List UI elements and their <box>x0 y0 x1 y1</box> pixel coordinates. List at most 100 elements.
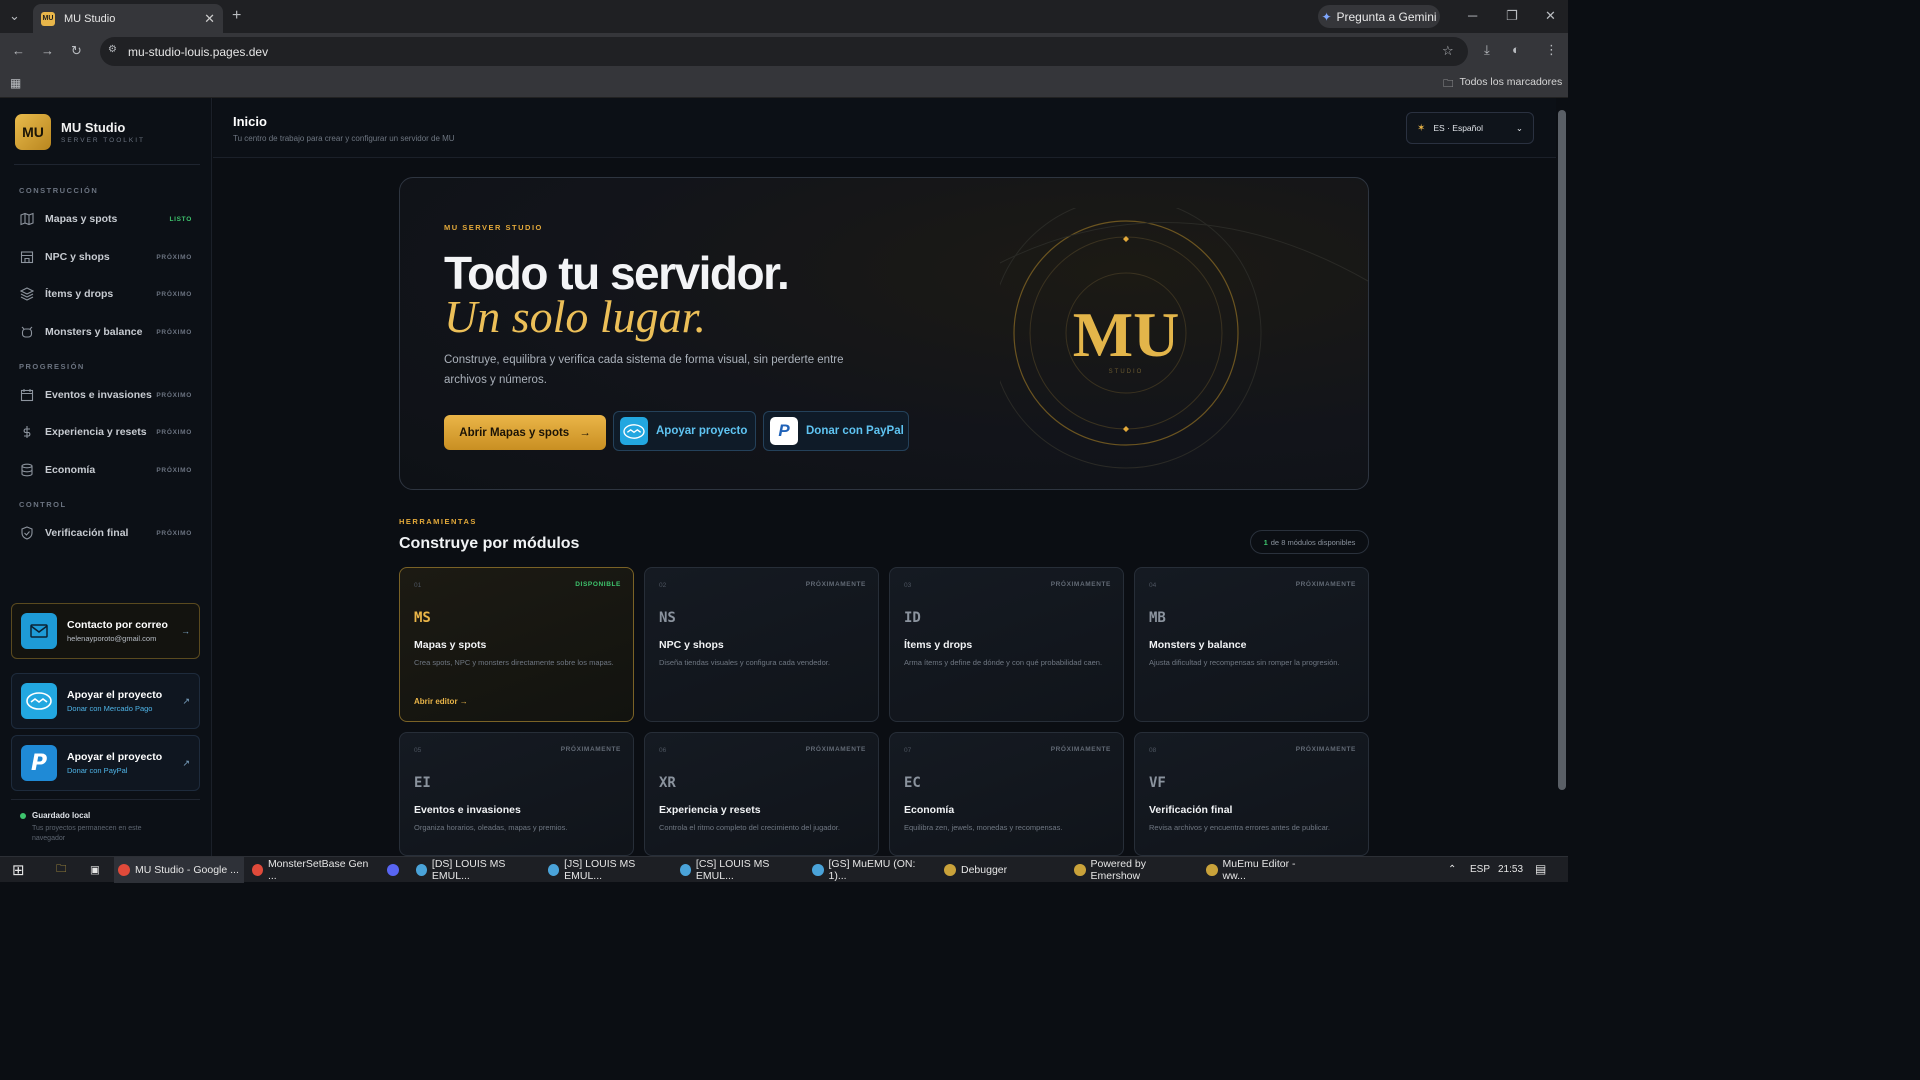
mu-emblem: MU STUDIO <box>1000 208 1368 469</box>
open-maps-button[interactable]: Abrir Mapas y spots → <box>444 415 606 450</box>
module-status: DISPONIBLE <box>575 581 621 588</box>
taskbar-item-emershow[interactable]: Powered by Emershow <box>1070 857 1198 883</box>
module-card-eventos[interactable]: 05 PRÓXIMAMENTE EI Eventos e invasiones … <box>399 732 634 856</box>
profile-icon[interactable]: ◐ <box>1512 42 1520 57</box>
module-status: PRÓXIMAMENTE <box>805 746 866 753</box>
taskbar-item-debugger[interactable]: Debugger <box>940 857 1062 883</box>
sidebar-item-eventos[interactable]: Eventos e invasiones PRÓXIMO <box>12 382 200 408</box>
hero-description: Construye, equilibra y verifica cada sis… <box>444 354 844 386</box>
module-card-npc[interactable]: 02 PRÓXIMAMENTE NS NPC y shops Diseña ti… <box>644 567 879 722</box>
brand-tagline: SERVER TOOLKIT <box>61 137 145 144</box>
taskbar-item-monstersetbase[interactable]: MonsterSetBase Gen ... <box>248 857 374 883</box>
browser-tab[interactable]: MU MU Studio ✕ <box>33 4 223 33</box>
window-close-icon[interactable]: ✕ <box>1545 8 1556 24</box>
taskbar-item-mu-studio[interactable]: MU Studio - Google ... <box>114 857 244 883</box>
module-card-economia[interactable]: 07 PRÓXIMAMENTE EC Economía Equilibra ze… <box>889 732 1124 856</box>
sidebar-item-items[interactable]: Ítems y drops PRÓXIMO <box>12 281 200 307</box>
module-card-items[interactable]: 03 PRÓXIMAMENTE ID Ítems y drops Arma ít… <box>889 567 1124 722</box>
module-card-experiencia[interactable]: 06 PRÓXIMAMENTE XR Experiencia y resets … <box>644 732 879 856</box>
module-number: 02 <box>659 582 667 589</box>
brand[interactable]: MU MU Studio SERVER TOOLKIT <box>15 114 145 150</box>
taskbar-item-js[interactable]: [JS] LOUIS MS EMUL... <box>544 857 672 883</box>
module-desc: Organiza horarios, oleadas, mapas y prem… <box>414 823 568 832</box>
download-icon[interactable]: ⤓ <box>1484 42 1490 58</box>
taskbar-item-ds[interactable]: [DS] LOUIS MS EMUL... <box>412 857 540 883</box>
scrollbar-thumb[interactable] <box>1558 110 1566 790</box>
menu-icon[interactable]: ⋮ <box>1545 42 1558 58</box>
module-abbr: EI <box>414 775 431 791</box>
forward-icon[interactable]: → <box>41 43 54 58</box>
layers-icon <box>20 287 34 301</box>
back-icon[interactable]: ← <box>12 43 25 58</box>
module-abbr: MB <box>1149 610 1166 626</box>
support-paypal-card[interactable]: P Apoyar el proyecto Donar con PayPal ↗ <box>11 735 200 791</box>
status-badge: PRÓXIMO <box>156 466 192 474</box>
file-explorer-icon[interactable]: 🗀 <box>52 857 71 883</box>
sidebar-item-mapas[interactable]: Mapas y spots LISTO <box>12 206 200 232</box>
module-abbr: NS <box>659 610 676 626</box>
clock[interactable]: 21:53 <box>1498 864 1523 875</box>
app-icon <box>416 864 427 876</box>
support-sub: Donar con PayPal <box>67 766 128 775</box>
taskbar-item-muemu-editor[interactable]: MuEmu Editor - ww... <box>1202 857 1322 883</box>
contact-email: helenayporoto@gmail.com <box>67 634 157 643</box>
sidebar-item-npc[interactable]: NPC y shops PRÓXIMO <box>12 244 200 270</box>
section-construccion: CONSTRUCCIÓN <box>19 186 99 195</box>
address-bar[interactable]: ⚙ mu-studio-louis.pages.dev ☆ <box>100 37 1468 66</box>
module-card-verificacion[interactable]: 08 PRÓXIMAMENTE VF Verificación final Re… <box>1134 732 1369 856</box>
reload-icon[interactable]: ↻ <box>71 43 82 59</box>
gemini-button[interactable]: ✦ Pregunta a Gemini <box>1318 5 1440 28</box>
minimize-icon[interactable]: ─ <box>1468 8 1477 23</box>
app-icon <box>548 864 560 876</box>
browser-toolbar: ← → ↻ ⚙ mu-studio-louis.pages.dev ☆ ⤓ ◐ … <box>0 33 1568 69</box>
module-card-monsters[interactable]: 04 PRÓXIMAMENTE MB Monsters y balance Aj… <box>1134 567 1369 722</box>
taskbar-label: MonsterSetBase Gen ... <box>267 858 369 882</box>
taskbar-label: MuEmu Editor - ww... <box>1222 858 1296 882</box>
module-number: 05 <box>414 747 422 754</box>
support-mercadopago-card[interactable]: Apoyar el proyecto Donar con Mercado Pag… <box>11 673 200 729</box>
dollar-icon <box>23 426 31 438</box>
status-badge: LISTO <box>169 215 192 223</box>
shield-check-icon <box>21 526 33 540</box>
notifications-icon[interactable]: ▤ <box>1535 862 1546 876</box>
calculator-icon[interactable]: ▣ <box>86 857 104 883</box>
contact-email-card[interactable]: Contacto por correo helenayporoto@gmail.… <box>11 603 200 659</box>
language-select[interactable]: ✶ ES · Español ⌄ <box>1406 112 1534 144</box>
all-bookmarks-label: Todos los marcadores <box>1459 76 1563 88</box>
tab-search-icon[interactable]: ⌄ <box>9 8 20 24</box>
module-status: PRÓXIMAMENTE <box>1295 746 1356 753</box>
all-bookmarks[interactable]: 🗀 Todos los marcadores <box>1443 76 1562 94</box>
module-desc: Revisa archivos y encuentra errores ante… <box>1149 823 1330 832</box>
start-icon[interactable]: ⊞ <box>8 857 29 883</box>
input-language[interactable]: ESP <box>1470 864 1490 875</box>
gemini-label: Pregunta a Gemini <box>1336 9 1437 24</box>
section-progresion: PROGRESIÓN <box>19 362 85 371</box>
site-info-icon[interactable]: ⚙ <box>108 44 117 55</box>
available-count: 1 <box>1263 537 1268 547</box>
sidebar-item-label: Eventos e invasiones <box>45 389 152 401</box>
url-text: mu-studio-louis.pages.dev <box>128 44 269 59</box>
taskbar-item-gs[interactable]: [GS] MuEMU (ON: 1)... <box>808 857 936 883</box>
module-abbr: EC <box>904 775 921 791</box>
sidebar-item-monsters[interactable]: Monsters y balance PRÓXIMO <box>12 319 200 345</box>
apps-grid-icon[interactable]: ▦ <box>10 76 21 90</box>
taskbar-item-cs[interactable]: [CS] LOUIS MS EMUL... <box>676 857 804 883</box>
open-editor-link[interactable]: Abrir editor → <box>414 697 468 706</box>
paypal-icon: P <box>770 417 798 445</box>
module-name: Verificación final <box>1149 804 1233 816</box>
support-project-button[interactable]: Apoyar proyecto <box>613 411 756 451</box>
map-icon <box>20 212 34 226</box>
chevron-up-icon[interactable]: ⌃ <box>1448 864 1456 875</box>
module-card-mapas[interactable]: 01 DISPONIBLE MS Mapas y spots Crea spot… <box>399 567 634 722</box>
donate-paypal-button[interactable]: P Donar con PayPal <box>763 411 909 451</box>
tab-close-icon[interactable]: ✕ <box>204 11 215 27</box>
divider <box>11 799 200 800</box>
sidebar-item-experiencia[interactable]: Experiencia y resets PRÓXIMO <box>12 419 200 445</box>
new-tab-icon[interactable]: + <box>232 7 241 25</box>
discord-icon[interactable] <box>383 857 403 883</box>
sidebar-item-economia[interactable]: Economía PRÓXIMO <box>12 457 200 483</box>
taskbar-label: Debugger <box>961 864 1008 876</box>
restore-icon[interactable]: ❐ <box>1506 8 1518 24</box>
sidebar-item-verificacion[interactable]: Verificación final PRÓXIMO <box>12 520 200 546</box>
bookmark-star-icon[interactable]: ☆ <box>1442 43 1454 59</box>
